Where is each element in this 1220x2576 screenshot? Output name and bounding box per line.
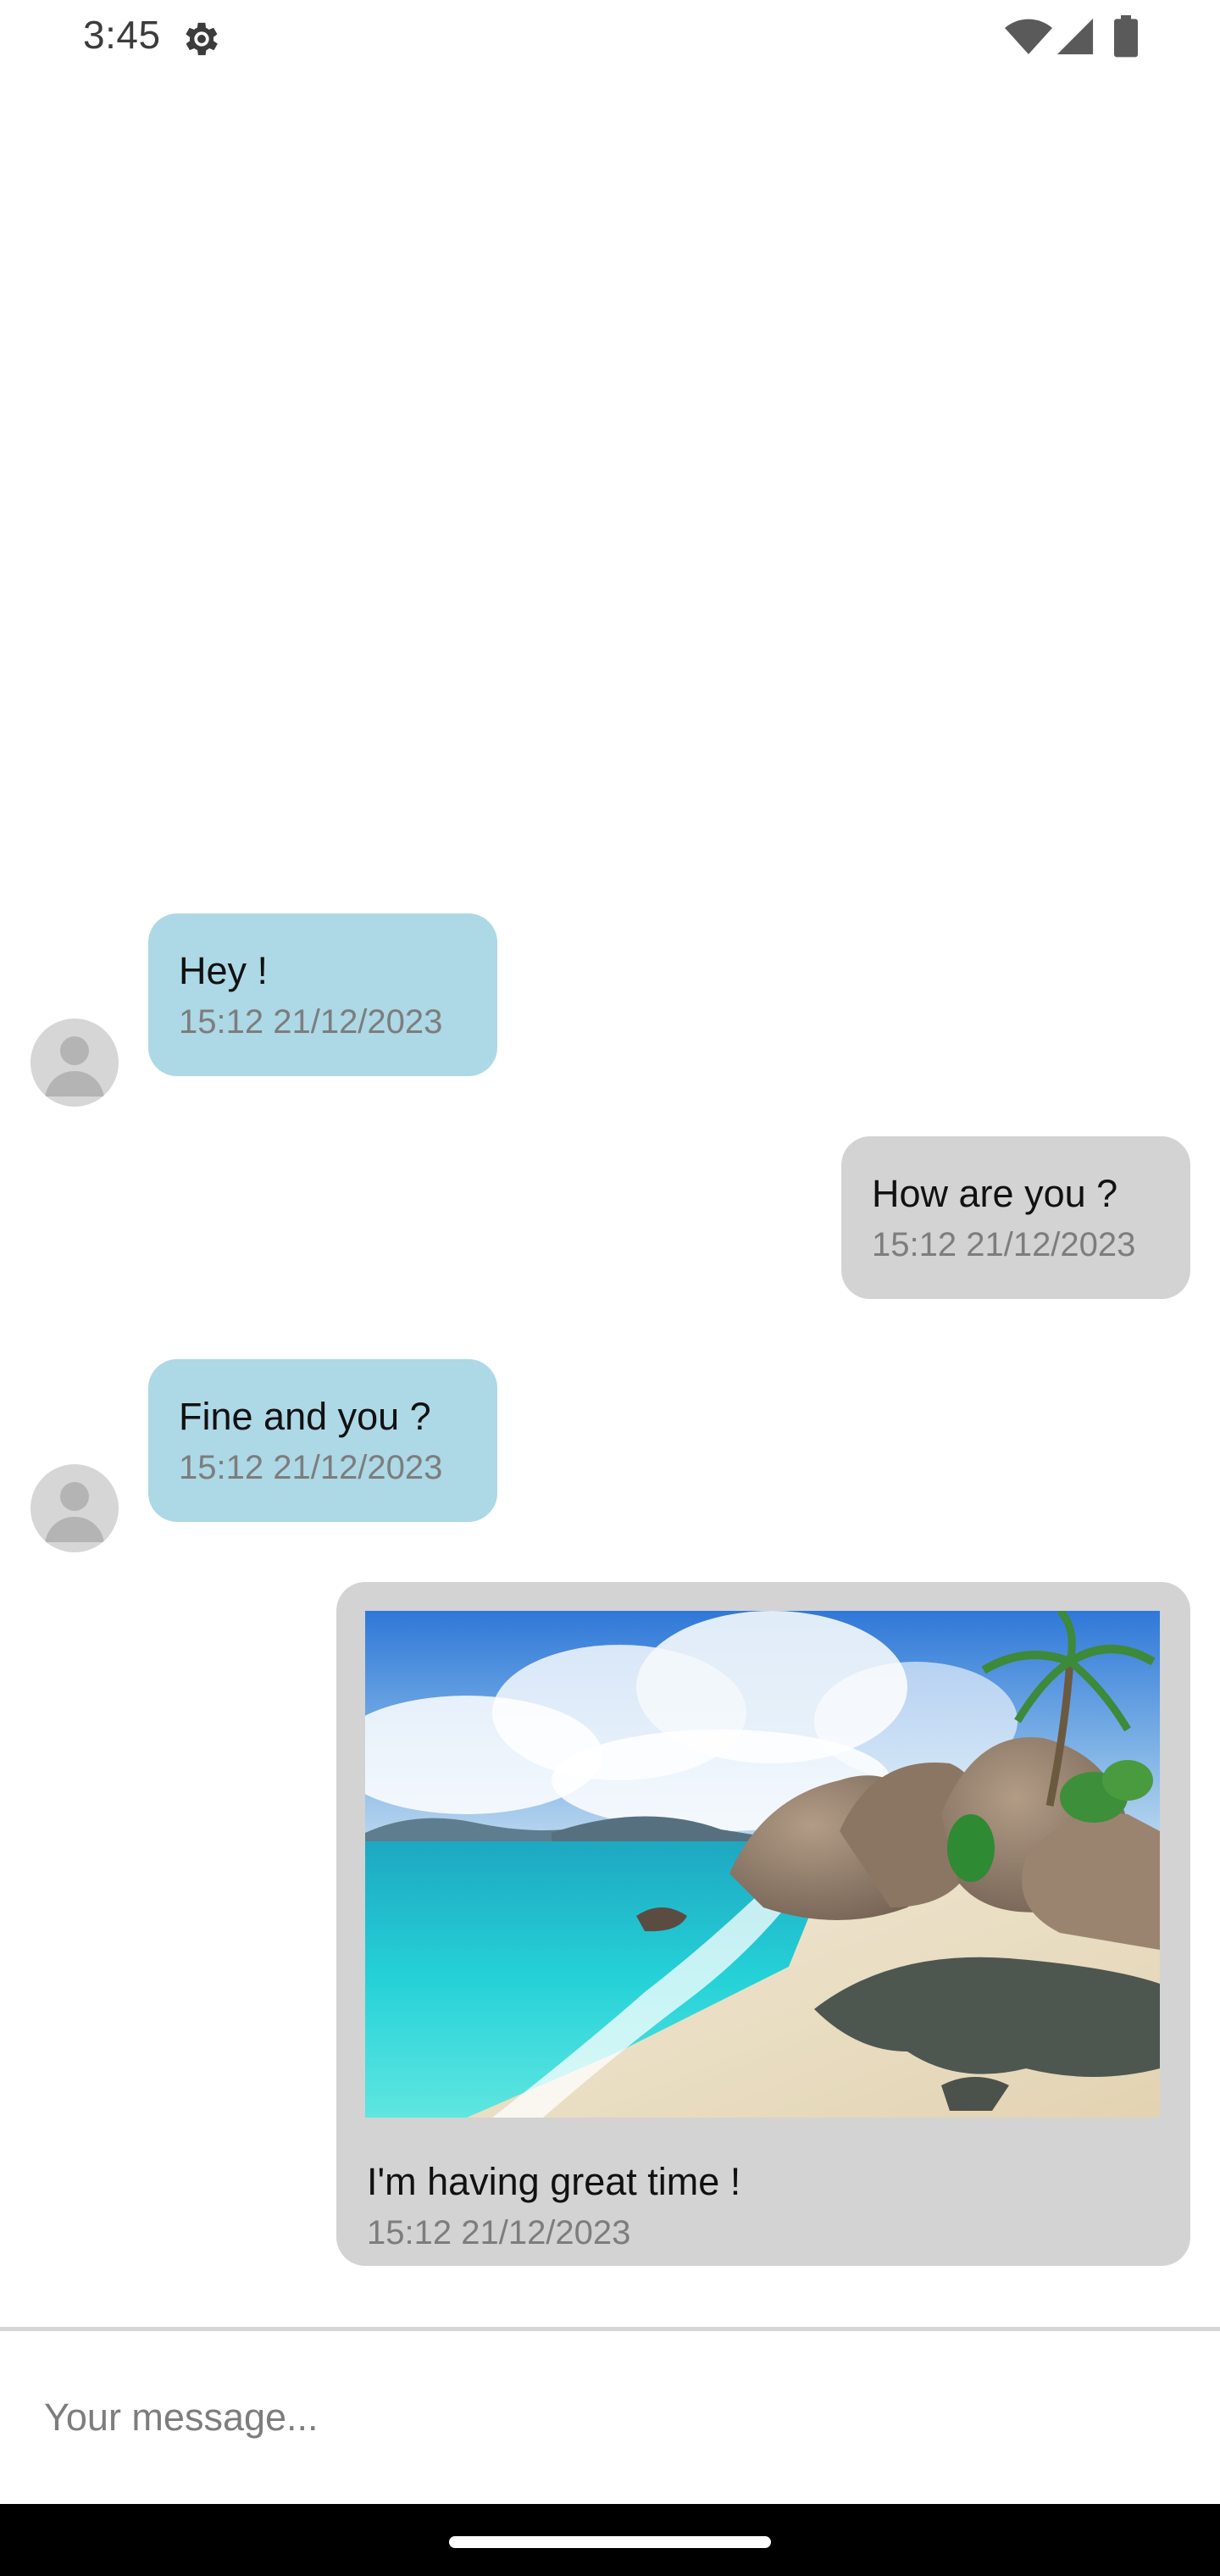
status-bar: 3:45 [0, 0, 1220, 75]
status-time: 3:45 [83, 13, 161, 57]
composer [0, 2331, 1220, 2504]
signal-icon [1056, 18, 1094, 55]
person-icon [45, 1482, 104, 1542]
message-text: I'm having great time ! [367, 2160, 741, 2203]
beach-photo[interactable] [365, 1611, 1160, 2118]
contact-avatar[interactable] [30, 1464, 119, 1552]
navigation-bar [0, 2504, 1220, 2576]
contact-avatar[interactable] [30, 1019, 119, 1107]
person-icon [45, 1036, 104, 1096]
message-input[interactable] [0, 2331, 1220, 2504]
message-bubble-outgoing-image[interactable]: I'm having great time ! 15:12 21/12/2023 [336, 1582, 1190, 2266]
message-text: Hey ! [179, 949, 269, 992]
message-timestamp: 15:12 21/12/2023 [179, 1449, 443, 1486]
message-bubble-incoming[interactable]: Hey ! 15:12 21/12/2023 [148, 913, 497, 1076]
message-timestamp: 15:12 21/12/2023 [872, 1226, 1136, 1263]
chat-screen: 3:45 Hey ! 15:12 21/12/2023 How are you … [0, 0, 1220, 2576]
beach-image [365, 1611, 1160, 2118]
message-bubble-incoming[interactable]: Fine and you ? 15:12 21/12/2023 [148, 1359, 497, 1522]
message-bubble-outgoing[interactable]: How are you ? 15:12 21/12/2023 [841, 1136, 1190, 1299]
gear-icon [186, 22, 218, 56]
message-timestamp: 15:12 21/12/2023 [179, 1003, 443, 1041]
wifi-icon [1005, 19, 1052, 55]
message-timestamp: 15:12 21/12/2023 [367, 2214, 631, 2251]
message-text: Fine and you ? [179, 1395, 431, 1438]
home-handle[interactable] [449, 2536, 771, 2548]
battery-icon [1114, 15, 1138, 58]
message-text: How are you ? [872, 1172, 1118, 1215]
